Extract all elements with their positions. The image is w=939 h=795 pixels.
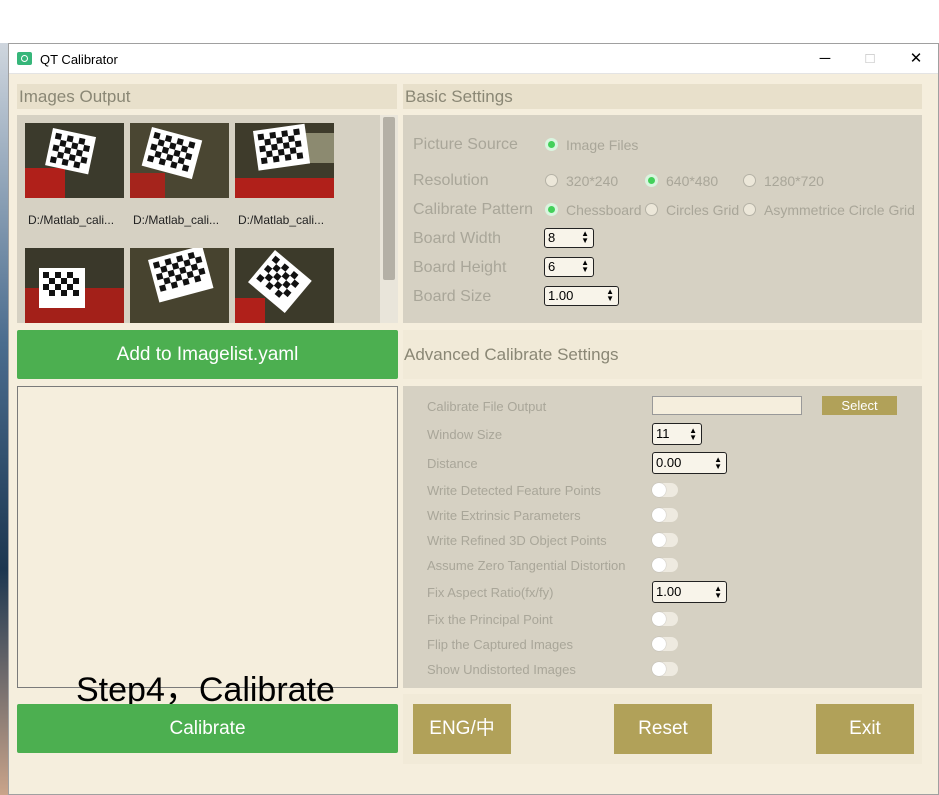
reset-button[interactable]: Reset [614, 704, 712, 754]
write-extrinsic-label: Write Extrinsic Parameters [427, 508, 581, 523]
resolution-option: 640*480 [666, 173, 719, 189]
spin-arrows-icon[interactable]: ▲ ▼ [581, 230, 589, 245]
board-width-spinbox[interactable]: 8 ▲ ▼ [544, 228, 594, 248]
spin-arrows-icon[interactable]: ▲ ▼ [714, 456, 722, 471]
minimize-button[interactable]: ─ [802, 44, 848, 74]
image-list-scrollbar[interactable] [380, 115, 398, 323]
pattern-option: Asymmetrice Circle Grid [764, 202, 915, 218]
close-button[interactable]: ✕ [893, 44, 938, 74]
resolution-1280-radio[interactable] [743, 174, 756, 187]
image-files-radio[interactable] [545, 138, 558, 151]
picture-source-label: Picture Source [413, 136, 518, 153]
image-thumbnail[interactable] [25, 123, 124, 198]
image-thumbnail[interactable] [235, 248, 334, 323]
principal-point-label: Fix the Principal Point [427, 612, 553, 627]
board-height-spinbox[interactable]: 6 ▲ ▼ [544, 257, 594, 277]
chessboard-photo [235, 248, 334, 323]
write-refined-label: Write Refined 3D Object Points [427, 533, 607, 548]
flip-images-toggle[interactable] [652, 637, 678, 651]
window-size-label: Window Size [427, 427, 503, 442]
pattern-option: Chessboard [566, 202, 642, 218]
chessboard-photo [130, 248, 229, 323]
desktop-background [0, 43, 8, 795]
exit-button[interactable]: Exit [816, 704, 914, 754]
thumbnail-label: D:/Matlab_cali... [238, 213, 325, 227]
distance-spinbox[interactable]: 0.00 ▲ ▼ [652, 452, 727, 474]
image-list[interactable]: D:/Matlab_cali... D:/Matlab_cali... D:/M… [17, 115, 398, 323]
resolution-option: 1280*720 [764, 173, 824, 189]
thumbnail-label: D:/Matlab_cali... [28, 213, 115, 227]
window-title: QT Calibrator [40, 52, 118, 67]
zero-tangential-label: Assume Zero Tangential Distortion [427, 558, 626, 573]
images-output-heading: Images Output [17, 84, 397, 109]
aspect-ratio-value: 1.00 [656, 584, 682, 599]
calibrate-button[interactable]: Calibrate [17, 704, 398, 753]
window-size-value: 11 [656, 426, 670, 441]
resolution-label: Resolution [413, 172, 489, 189]
image-files-option: Image Files [566, 137, 639, 153]
board-size-value: 1.00 [548, 288, 574, 303]
chessboard-photo [130, 123, 229, 198]
basic-settings-panel: Picture Source Image Files Resolution 32… [403, 115, 922, 323]
aspect-ratio-label: Fix Aspect Ratio(fx/fy) [427, 585, 554, 600]
spin-arrows-icon[interactable]: ▲ ▼ [581, 259, 589, 274]
write-refined-toggle[interactable] [652, 533, 678, 547]
write-extrinsic-toggle[interactable] [652, 508, 678, 522]
bottom-button-bar: ENG/中 Reset Exit [403, 694, 922, 764]
resolution-option: 320*240 [566, 173, 619, 189]
spin-arrows-icon[interactable]: ▲ ▼ [689, 427, 697, 442]
aspect-ratio-spinbox[interactable]: 1.00 ▲ ▼ [652, 581, 727, 603]
add-to-imagelist-button[interactable]: Add to Imagelist.yaml [17, 330, 398, 379]
board-height-value: 6 [548, 259, 556, 274]
zero-tangential-toggle[interactable] [652, 558, 678, 572]
maximize-button[interactable]: □ [847, 44, 893, 74]
image-thumbnail[interactable] [25, 248, 124, 323]
flip-images-label: Flip the Captured Images [427, 637, 573, 652]
log-output-area[interactable] [17, 386, 398, 688]
basic-settings-heading: Basic Settings [403, 84, 922, 109]
distance-label: Distance [427, 456, 478, 471]
title-bar[interactable]: QT Calibrator ─ □ ✕ [9, 44, 938, 74]
scrollbar-thumb[interactable] [383, 117, 395, 280]
select-file-button[interactable]: Select [822, 396, 897, 415]
file-output-input[interactable] [652, 396, 802, 415]
write-detected-toggle[interactable] [652, 483, 678, 497]
distance-value: 0.00 [656, 455, 682, 470]
advanced-settings-heading: Advanced Calibrate Settings [404, 345, 619, 364]
board-size-label: Board Size [413, 288, 492, 305]
advanced-settings-panel: Calibrate File Output Select Window Size… [403, 386, 922, 688]
calibrate-pattern-label: Calibrate Pattern [413, 201, 534, 218]
chessboard-photo [25, 248, 124, 323]
resolution-640-radio[interactable] [645, 174, 658, 187]
board-width-label: Board Width [413, 230, 502, 247]
advanced-settings-header: Advanced Calibrate Settings [403, 330, 922, 379]
file-output-label: Calibrate File Output [427, 399, 547, 414]
board-height-label: Board Height [413, 259, 507, 276]
language-toggle-button[interactable]: ENG/中 [413, 704, 511, 754]
spin-arrows-icon[interactable]: ▲ ▼ [606, 288, 614, 303]
asymmetric-circle-grid-radio[interactable] [743, 203, 756, 216]
write-detected-label: Write Detected Feature Points [427, 483, 601, 498]
chessboard-radio[interactable] [545, 203, 558, 216]
image-thumbnail[interactable] [130, 123, 229, 198]
undistorted-toggle[interactable] [652, 662, 678, 676]
board-size-spinbox[interactable]: 1.00 ▲ ▼ [544, 286, 619, 306]
board-width-value: 8 [548, 230, 556, 245]
resolution-320-radio[interactable] [545, 174, 558, 187]
camera-icon [17, 52, 32, 65]
image-thumbnail[interactable] [235, 123, 334, 198]
spin-arrows-icon[interactable]: ▲ ▼ [714, 585, 722, 600]
pattern-option: Circles Grid [666, 202, 740, 218]
chessboard-photo [235, 123, 334, 198]
app-window: QT Calibrator ─ □ ✕ Images Output D:/Mat… [8, 43, 939, 795]
image-thumbnail[interactable] [130, 248, 229, 323]
thumbnail-label: D:/Matlab_cali... [133, 213, 220, 227]
window-size-spinbox[interactable]: 11 ▲ ▼ [652, 423, 702, 445]
chessboard-photo [25, 123, 124, 198]
undistorted-label: Show Undistorted Images [427, 662, 576, 677]
principal-point-toggle[interactable] [652, 612, 678, 626]
circles-grid-radio[interactable] [645, 203, 658, 216]
